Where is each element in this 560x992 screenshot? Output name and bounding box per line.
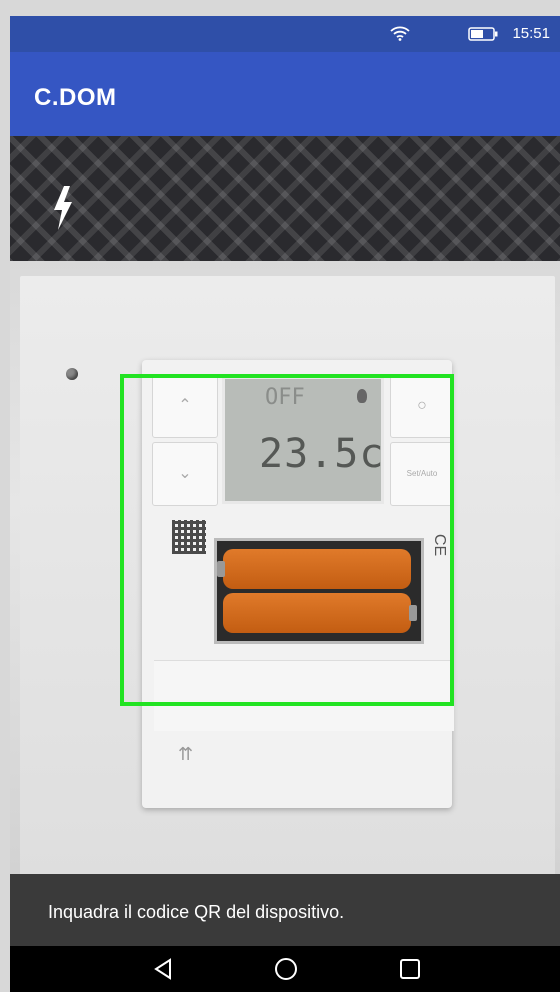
background-fabric [10,136,560,266]
navigation-bar [10,946,560,992]
phone-screen: 15:51 C.DOM ⌃ ⌄ ○ Set/Auto OFF 23.5c CE … [10,16,560,992]
back-triangle-icon[interactable] [152,957,174,986]
screw [66,368,78,380]
home-circle-icon[interactable] [274,957,298,986]
recents-square-icon[interactable] [398,957,422,986]
battery-icon [468,27,498,46]
instruction-bar: Inquadra il codice QR del dispositivo. [10,874,560,946]
wifi-icon [390,25,410,46]
flash-icon[interactable] [50,184,76,232]
instruction-text: Inquadra il codice QR del dispositivo. [48,902,345,922]
camera-viewfinder: ⌃ ⌄ ○ Set/Auto OFF 23.5c CE ⇈ [10,136,560,874]
app-bar: C.DOM [10,52,560,136]
device-wifi-icon: ⇈ [178,744,194,764]
app-title: C.DOM [34,84,117,111]
qr-scan-frame [120,374,454,706]
status-time: 15:51 [512,25,550,42]
status-bar: 15:51 [10,16,560,52]
